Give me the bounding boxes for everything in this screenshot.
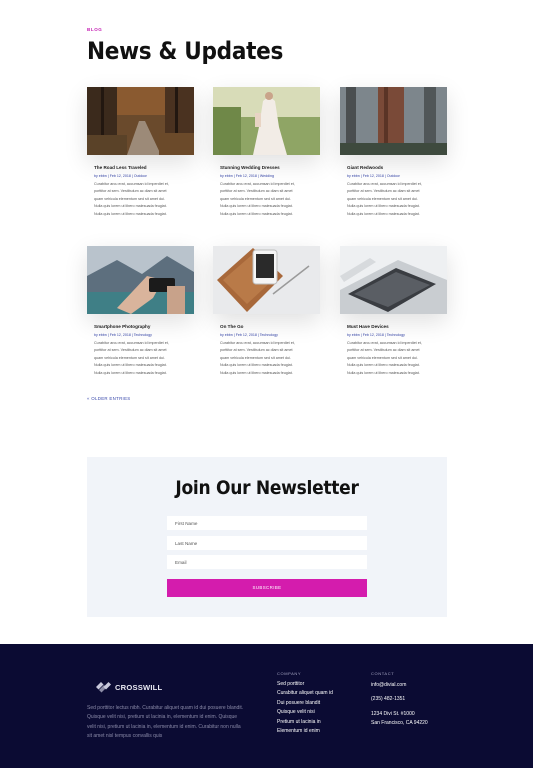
company-link[interactable]: Pretium ut lacinia in: [277, 718, 333, 727]
contact-email[interactable]: info@divial.com: [371, 682, 406, 688]
post-title[interactable]: Must Have Devices: [347, 324, 440, 329]
excerpt-line: Curabitur arcu erat, accumsan id imperdi…: [220, 341, 295, 345]
excerpt-line: Curabitur arcu erat, accumsan id imperdi…: [220, 182, 295, 186]
excerpt-line: Curabitur arcu erat, accumsan id imperdi…: [94, 341, 169, 345]
blog-card[interactable]: On The Go by ebbn | Feb 12, 2018 | Techn…: [213, 246, 320, 377]
excerpt-line: porttitor at sem. Vestibulum ac diam sit…: [220, 348, 293, 353]
company-link[interactable]: Dui posuere blandit: [277, 699, 333, 708]
post-meta[interactable]: by ebbn | Feb 12, 2018 | Outdoor: [347, 174, 440, 178]
excerpt-line: Nulla quis lorem ut libero malesuada feu…: [220, 363, 293, 368]
post-title[interactable]: Smartphone Photography: [94, 324, 187, 329]
company-links: Sed porttitor Curabitur aliquet quam id …: [277, 680, 333, 736]
contact-heading: CONTACT: [371, 671, 395, 676]
post-meta[interactable]: by ebbn | Feb 12, 2018 | Technology: [94, 333, 187, 337]
post-meta[interactable]: by ebbn | Feb 12, 2018 | Technology: [220, 333, 313, 337]
post-excerpt: Curabitur arcu erat, accumsan id imperdi…: [94, 340, 187, 377]
excerpt-line: Nulla quis lorem ut libero malesuada feu…: [94, 363, 167, 368]
post-image-forest-road[interactable]: [87, 87, 194, 155]
post-excerpt: Curabitur arcu erat, accumsan id imperdi…: [94, 181, 187, 218]
excerpt-line: porttitor at sem. Vestibulum ac diam sit…: [94, 189, 167, 194]
post-title[interactable]: Stunning Wedding Dresses: [220, 165, 313, 170]
post-excerpt: Curabitur arcu erat, accumsan id imperdi…: [220, 181, 313, 218]
excerpt-line: porttitor at sem. Vestibulum ac diam sit…: [347, 189, 420, 194]
company-link[interactable]: Curabitur aliquet quam id: [277, 689, 333, 698]
newsletter-title: Join Our Newsletter: [175, 477, 359, 499]
excerpt-line: Curabitur arcu erat, accumsan id imperdi…: [347, 341, 422, 345]
blog-card[interactable]: Giant Redwoods by ebbn | Feb 12, 2018 | …: [340, 87, 447, 218]
post-excerpt: Curabitur arcu erat, accumsan id imperdi…: [220, 340, 313, 377]
post-image-laptop[interactable]: [340, 246, 447, 314]
excerpt-line: Nulla quis lorem ut libero malesuada feu…: [220, 211, 293, 216]
excerpt-line: Nulla quis lorem ut libero malesuada feu…: [220, 204, 293, 209]
post-meta[interactable]: by ebbn | Feb 12, 2018 | Technology: [347, 333, 440, 337]
post-excerpt: Curabitur arcu erat, accumsan id imperdi…: [347, 181, 440, 218]
newsletter-section: Join Our Newsletter First Name Last Name…: [87, 457, 447, 617]
page-title: News & Updates: [87, 37, 284, 65]
post-excerpt: Curabitur arcu erat, accumsan id imperdi…: [347, 340, 440, 377]
company-link[interactable]: Sed porttitor: [277, 680, 333, 689]
excerpt-line: quam vehicula elementum sed sit amet dui…: [94, 355, 165, 360]
about-line: Quisque velit nisi, pretium ut lacinia i…: [87, 714, 238, 721]
blog-card[interactable]: The Road Less Traveled by ebbn | Feb 12,…: [87, 87, 194, 218]
post-meta[interactable]: by ebbn | Feb 12, 2018 | Outdoor: [94, 174, 187, 178]
blog-card[interactable]: Must Have Devices by ebbn | Feb 12, 2018…: [340, 246, 447, 377]
excerpt-line: porttitor at sem. Vestibulum ac diam sit…: [347, 348, 420, 353]
excerpt-line: Nulla quis lorem ut libero malesuada feu…: [94, 204, 167, 209]
excerpt-line: quam vehicula elementum sed sit amet dui…: [94, 196, 165, 201]
post-image-wedding-dress[interactable]: [213, 87, 320, 155]
contact-phone[interactable]: (235) 482-1351: [371, 696, 405, 702]
excerpt-line: porttitor at sem. Vestibulum ac diam sit…: [94, 348, 167, 353]
site-footer: CROSSWILL Sed porttitor lectus nibh. Cur…: [0, 644, 533, 768]
section-eyebrow: BLOG: [87, 27, 103, 32]
post-title[interactable]: On The Go: [220, 324, 313, 329]
excerpt-line: quam vehicula elementum sed sit amet dui…: [347, 355, 418, 360]
contact-address-line-2: San Francisco, CA 94220: [371, 720, 428, 726]
older-entries-link[interactable]: « OLDER ENTRIES: [87, 396, 131, 401]
subscribe-button[interactable]: SUBSCRIBE: [167, 579, 367, 597]
brand-name: CROSSWILL: [115, 682, 163, 692]
excerpt-line: Nulla quis lorem ut libero malesuada feu…: [220, 370, 293, 375]
excerpt-line: Nulla quis lorem ut libero malesuada feu…: [347, 363, 420, 368]
excerpt-line: quam vehicula elementum sed sit amet dui…: [220, 355, 291, 360]
excerpt-line: Nulla quis lorem ut libero malesuada feu…: [94, 370, 167, 375]
post-image-smartphone-photo[interactable]: [87, 246, 194, 314]
excerpt-line: Nulla quis lorem ut libero malesuada feu…: [347, 204, 420, 209]
excerpt-line: Curabitur arcu erat, accumsan id imperdi…: [347, 182, 422, 186]
company-heading: COMPANY: [277, 671, 302, 676]
contact-address-line-1: 1234 Divi St. #1000: [371, 711, 415, 717]
email-field[interactable]: Email: [167, 555, 367, 569]
footer-about-text: Sed porttitor lectus nibh. Curabitur ali…: [87, 704, 267, 742]
crosswill-logo-icon: [96, 682, 111, 693]
excerpt-line: Nulla quis lorem ut libero malesuada feu…: [347, 370, 420, 375]
about-line: sit amet nisl tempus convallis quis: [87, 733, 163, 740]
post-image-redwoods[interactable]: [340, 87, 447, 155]
last-name-field[interactable]: Last Name: [167, 536, 367, 550]
post-meta[interactable]: by ebbn | Feb 12, 2018 | Wedding: [220, 174, 313, 178]
company-link[interactable]: Elementum id enim: [277, 727, 333, 736]
post-image-on-the-go[interactable]: [213, 246, 320, 314]
about-line: Sed porttitor lectus nibh. Curabitur ali…: [87, 705, 244, 711]
brand-logo[interactable]: CROSSWILL: [95, 681, 162, 693]
excerpt-line: quam vehicula elementum sed sit amet dui…: [220, 196, 291, 201]
post-title[interactable]: The Road Less Traveled: [94, 165, 187, 170]
excerpt-line: porttitor at sem. Vestibulum ac diam sit…: [220, 189, 293, 194]
first-name-field[interactable]: First Name: [167, 516, 367, 530]
post-title[interactable]: Giant Redwoods: [347, 165, 440, 170]
company-link[interactable]: Quisque velit nisi: [277, 708, 333, 717]
excerpt-line: quam vehicula elementum sed sit amet dui…: [347, 196, 418, 201]
excerpt-line: Nulla quis lorem ut libero malesuada feu…: [94, 211, 167, 216]
blog-card[interactable]: Stunning Wedding Dresses by ebbn | Feb 1…: [213, 87, 320, 218]
blog-card[interactable]: Smartphone Photography by ebbn | Feb 12,…: [87, 246, 194, 377]
excerpt-line: Nulla quis lorem ut libero malesuada feu…: [347, 211, 420, 216]
excerpt-line: Curabitur arcu erat, accumsan id imperdi…: [94, 182, 169, 186]
about-line: velit nisi, pretium ut lacinia in, eleme…: [87, 723, 241, 730]
